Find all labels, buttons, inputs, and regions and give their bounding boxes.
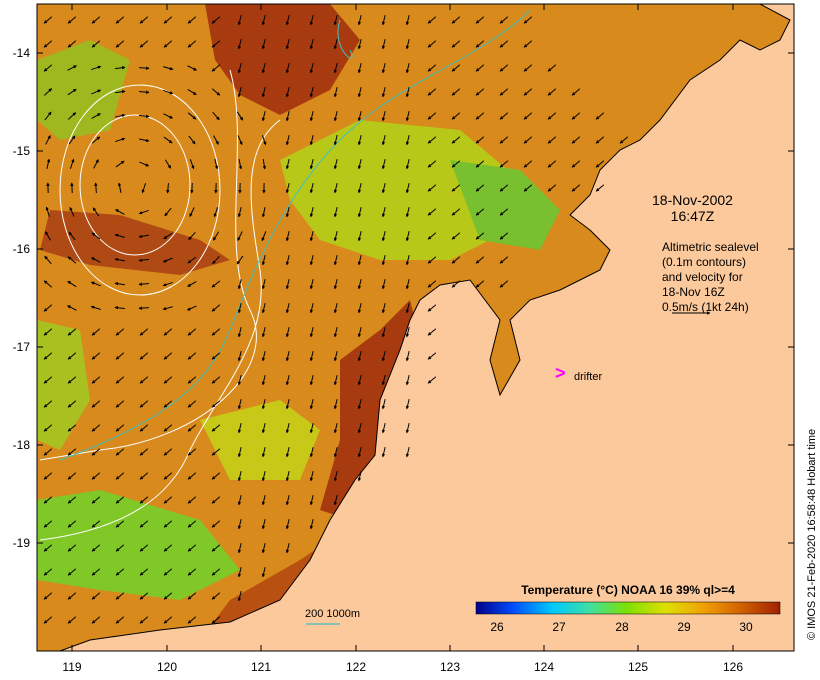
x-tick-label: 125 (627, 660, 649, 674)
y-tick-label: -18 (12, 438, 30, 452)
altimetry-line: 0.5m/s (1kt 24h) (662, 300, 749, 314)
velocity-arrow (190, 182, 194, 194)
y-tick-label: -16 (12, 242, 30, 256)
x-tick-label: 124 (533, 660, 555, 674)
colorbar-title: Temperature (°C) NOAA 16 39% ql>=4 (521, 583, 735, 597)
y-tick-label: -19 (12, 536, 30, 550)
colorbar-tick-label: 28 (615, 620, 629, 634)
colorbar-tick-label: 30 (739, 620, 753, 634)
y-tick-label: -17 (12, 340, 30, 354)
x-tick-label: 121 (250, 660, 272, 674)
x-tick-label: 126 (722, 660, 744, 674)
drifter-label: drifter (574, 371, 603, 383)
altimetry-line: Altimetric sealevel (662, 240, 759, 254)
x-tick-label: 123 (439, 660, 461, 674)
x-tick-label: 119 (62, 660, 82, 674)
colorbar-tick-label: 29 (677, 620, 691, 634)
colorbar-tick-label: 27 (552, 620, 566, 634)
observation-date: 18-Nov-2002 (652, 192, 733, 208)
observation-time: 16:47Z (670, 208, 715, 224)
y-tick-label: -14 (12, 46, 30, 60)
temperature-colorbar (475, 601, 781, 615)
observation-datetime: 18-Nov-2002 16:47Z (652, 192, 733, 224)
altimetry-note: Altimetric sealevel (0.1m contours) and … (662, 240, 759, 315)
altimetry-line: (0.1m contours) (662, 255, 747, 269)
altimetry-line: 18-Nov 16Z (662, 285, 725, 299)
credit-line: © IMOS 21-Feb-2020 16:58:48 Hobart time (806, 428, 818, 640)
altimetry-line: and velocity for (662, 270, 743, 284)
x-tick-label: 122 (345, 660, 367, 674)
sst-map (36, 3, 795, 652)
colorbar-tick-label: 26 (490, 620, 504, 634)
drifter-marker: > (555, 363, 566, 383)
x-tick-label: 120 (156, 660, 178, 674)
depth-contour-legend: 200 1000m (305, 608, 361, 620)
y-tick-label: -15 (12, 144, 30, 158)
